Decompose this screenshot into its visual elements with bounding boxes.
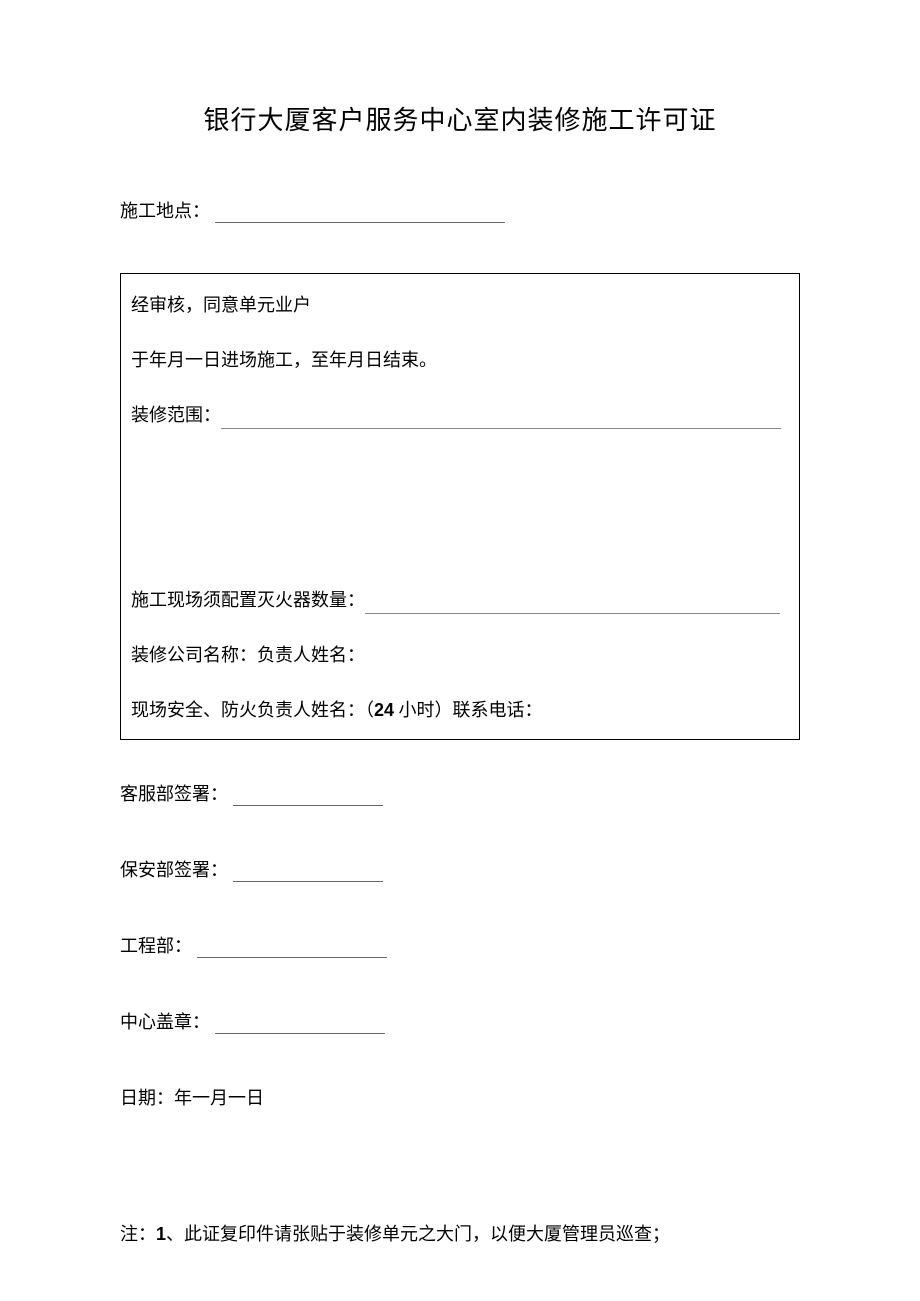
safety-label-pre: 现场安全、防火负责人姓名：（ — [131, 700, 374, 720]
location-blank — [215, 205, 505, 223]
date-line: 日期：年一月一日 — [120, 1084, 800, 1110]
safety-label-post: 小时）联系电话： — [394, 700, 543, 720]
extinguisher-label: 施工现场须配置灭火器数量： — [131, 590, 365, 610]
safety-hours: 24 — [374, 700, 394, 720]
box-gap — [131, 457, 789, 587]
kefu-blank — [233, 788, 383, 806]
page-title: 银行大厦客户服务中心室内装修施工许可证 — [120, 100, 800, 137]
scope-line: 装修范围： — [131, 402, 789, 429]
note-prefix: 注： — [120, 1224, 156, 1244]
company-line: 装修公司名称：负责人姓名： — [131, 642, 789, 669]
zhongxin-signature: 中心盖章： — [120, 1008, 800, 1034]
scope-label: 装修范围： — [131, 405, 221, 425]
location-field: 施工地点： — [120, 197, 800, 223]
baoan-label: 保安部签署： — [120, 860, 228, 880]
safety-line: 现场安全、防火负责人姓名：（24 小时）联系电话： — [131, 697, 789, 724]
gongcheng-label: 工程部： — [120, 936, 192, 956]
note-line: 注：1、此证复印件请张贴于装修单元之大门，以便大厦管理员巡查； — [120, 1220, 800, 1246]
scope-blank — [221, 411, 781, 429]
approval-line1: 经审核，同意单元业户 — [131, 292, 789, 319]
location-label: 施工地点： — [120, 201, 210, 221]
gongcheng-blank — [197, 940, 387, 958]
note-num: 1 — [156, 1224, 166, 1244]
baoan-blank — [233, 864, 383, 882]
kefu-label: 客服部签署： — [120, 784, 228, 804]
zhongxin-blank — [215, 1016, 385, 1034]
zhongxin-label: 中心盖章： — [120, 1012, 210, 1032]
extinguisher-line: 施工现场须配置灭火器数量： — [131, 587, 789, 614]
approval-box: 经审核，同意单元业户 于年月一日进场施工，至年月日结束。 装修范围： 施工现场须… — [120, 273, 800, 740]
approval-line2: 于年月一日进场施工，至年月日结束。 — [131, 347, 789, 374]
note-text: 、此证复印件请张贴于装修单元之大门，以便大厦管理员巡查； — [166, 1224, 670, 1244]
baoan-signature: 保安部签署： — [120, 856, 800, 882]
kefu-signature: 客服部签署： — [120, 780, 800, 806]
extinguisher-blank — [365, 596, 780, 614]
gongcheng-signature: 工程部： — [120, 932, 800, 958]
